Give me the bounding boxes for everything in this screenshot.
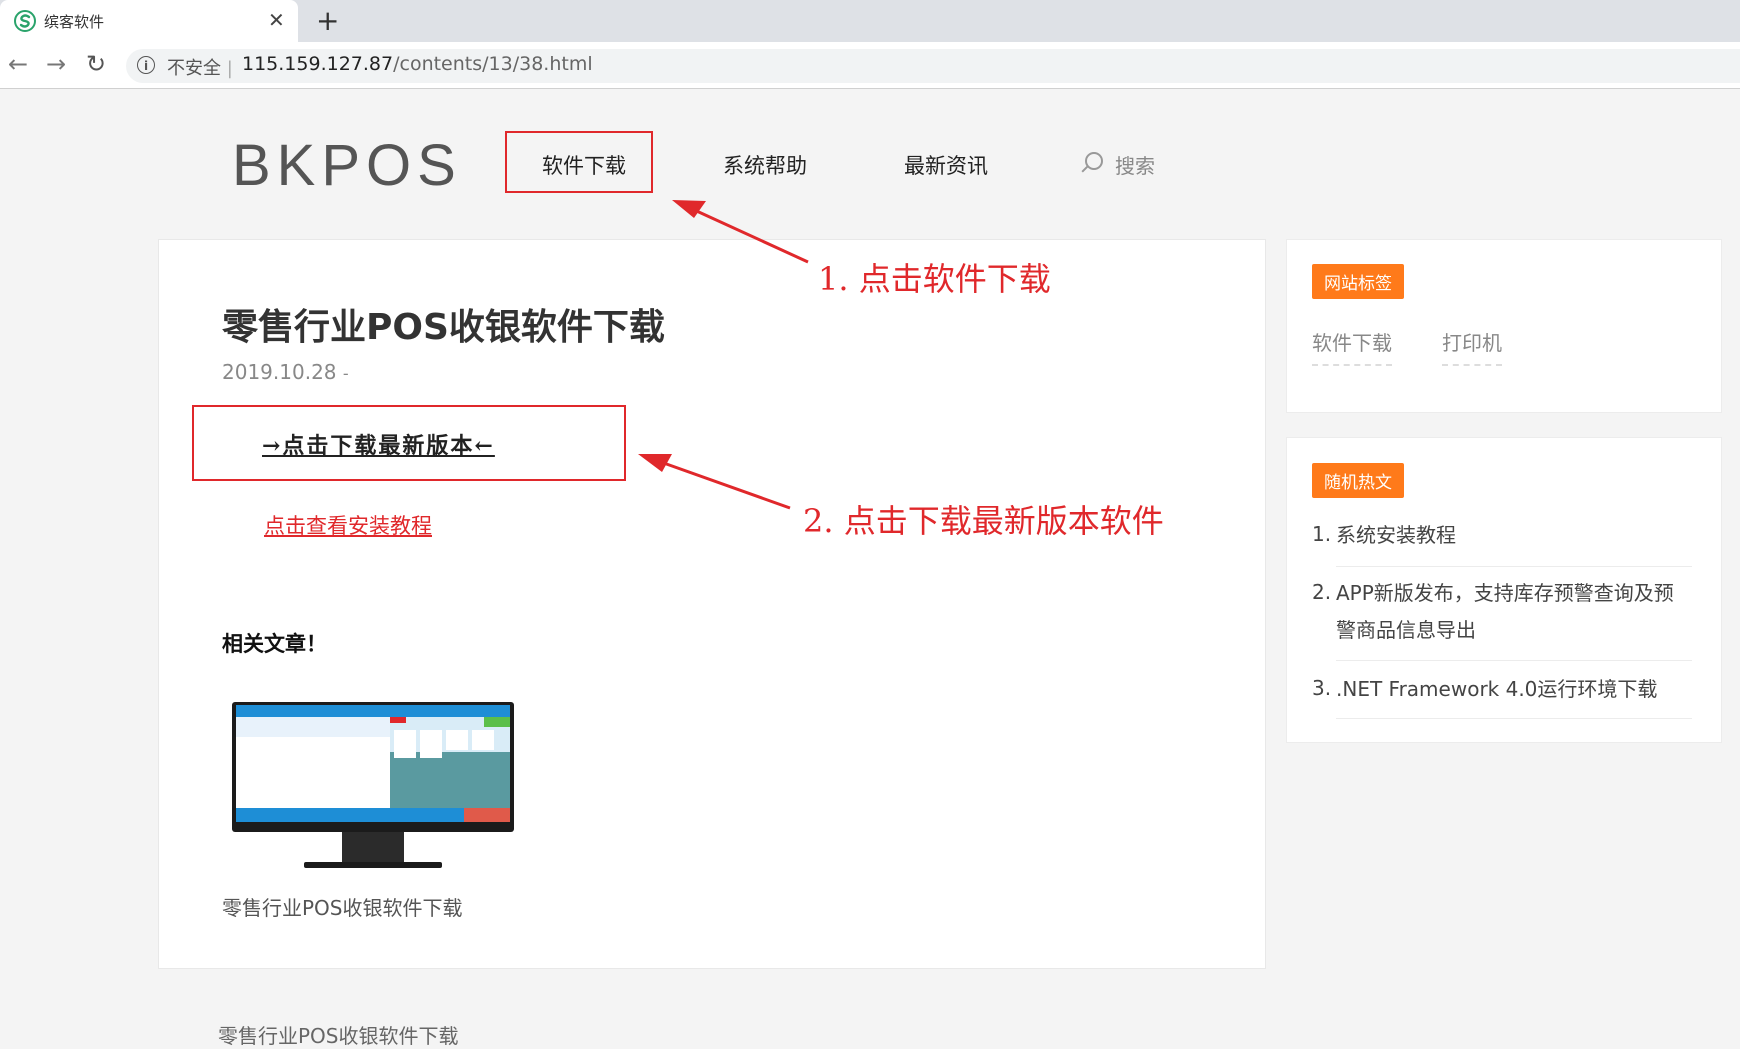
tab-title: 缤客软件 [44, 13, 105, 31]
related-article-caption[interactable]: 零售行业POS收银软件下载 [222, 892, 463, 921]
download-latest-link[interactable]: →点击下载最新版本← [262, 428, 495, 460]
insecure-text: 不安全 [167, 58, 221, 79]
close-tab-icon[interactable]: ✕ [268, 8, 285, 32]
hot-item-number: 3. [1312, 676, 1332, 700]
arrow-step1-head [672, 200, 706, 218]
hot-item-number: 2. [1312, 580, 1332, 604]
hot-item-number: 1. [1312, 522, 1332, 546]
url-text[interactable]: 115.159.127.87/contents/13/38.html [242, 53, 593, 75]
hot-item-link[interactable]: APP新版发布，支持库存预警查询及预警商品信息导出 [1336, 575, 1692, 649]
hot-item-link[interactable]: .NET Framework 4.0运行环境下载 [1336, 671, 1692, 708]
site-tags-badge: 网站标签 [1312, 264, 1404, 299]
tag-printer[interactable]: 打印机 [1442, 327, 1502, 366]
related-article-thumbnail[interactable] [232, 702, 514, 872]
nav-item-system-help[interactable]: 系统帮助 [723, 150, 807, 180]
hot-item-link[interactable]: 系统安装教程 [1336, 517, 1686, 554]
site-favicon-icon [14, 10, 36, 32]
reload-icon[interactable]: ↻ [86, 50, 106, 78]
article-title: 零售行业POS收银软件下载 [222, 307, 665, 348]
annotation-step2: 2. 点击下载最新版本软件 [803, 502, 1164, 540]
search-icon[interactable] [1085, 152, 1103, 170]
search-link[interactable]: 搜索 [1115, 150, 1155, 179]
tag-software-download[interactable]: 软件下载 [1312, 327, 1392, 366]
below-fold-text[interactable]: 零售行业POS收银软件下载 [218, 1020, 459, 1049]
nav-item-news[interactable]: 最新资讯 [904, 150, 988, 180]
site-logo[interactable]: BKPOS [232, 132, 462, 199]
nav-item-software-download[interactable]: 软件下载 [542, 150, 626, 180]
url-path: /contents/13/38.html [393, 53, 593, 75]
forward-arrow-icon[interactable]: → [46, 50, 66, 78]
divider [1336, 566, 1692, 567]
article-date: 2019.10.28 - [222, 360, 349, 384]
new-tab-button[interactable]: + [316, 4, 339, 37]
insecure-label[interactable]: 不安全 | [167, 54, 233, 80]
url-host: 115.159.127.87 [242, 53, 394, 75]
back-arrow-icon[interactable]: ← [8, 50, 28, 78]
divider [1336, 718, 1692, 719]
install-tutorial-link[interactable]: 点击查看安装教程 [264, 510, 432, 540]
date-suffix: - [342, 364, 349, 383]
date-value: 2019.10.28 [222, 360, 337, 384]
related-articles-heading: 相关文章！ [222, 632, 327, 656]
separator: | [226, 58, 233, 79]
divider [1336, 660, 1692, 661]
annotation-step1: 1. 点击软件下载 [818, 260, 1051, 298]
hot-articles-badge: 随机热文 [1312, 463, 1404, 498]
info-icon[interactable]: i [137, 56, 155, 74]
